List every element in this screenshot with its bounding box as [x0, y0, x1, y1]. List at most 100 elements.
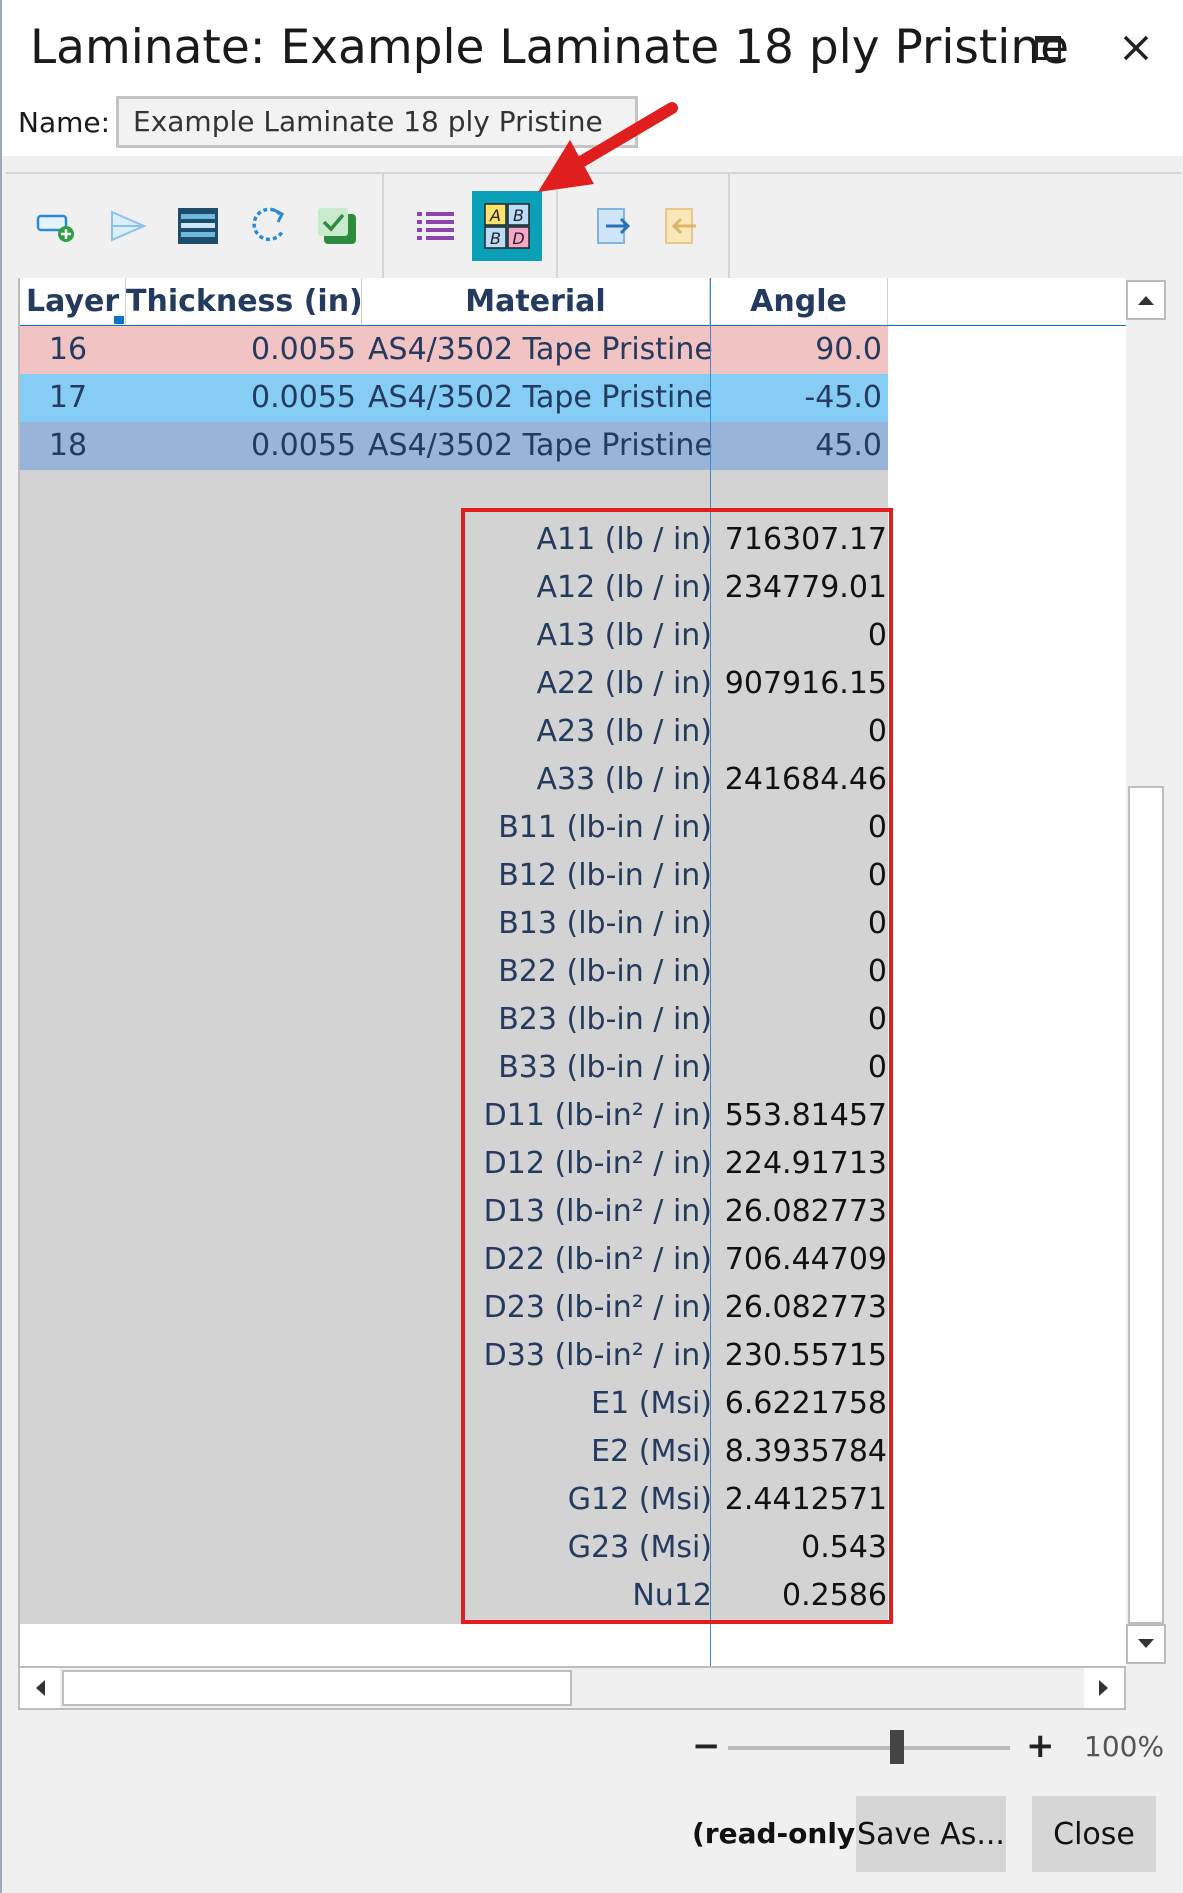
property-row[interactable]: A22 (lb / in) 907916.15 — [465, 660, 893, 708]
property-row[interactable]: D11 (lb-in² / in) 553.81457 — [465, 1092, 893, 1140]
cell-thickness[interactable]: 0.0055 — [116, 374, 356, 422]
col-header-layer[interactable]: Layer — [26, 278, 126, 325]
table-row[interactable]: 18 0.0055 AS4/3502 Tape Pristine 45.0 — [20, 422, 888, 470]
cell-layer[interactable]: 18 — [20, 422, 116, 470]
zoom-slider-thumb[interactable] — [890, 1730, 905, 1764]
property-row[interactable]: G23 (Msi) 0.543 — [465, 1524, 893, 1572]
close-window-button[interactable] — [1110, 24, 1162, 72]
validate-button[interactable] — [310, 198, 366, 254]
property-row[interactable]: A13 (lb / in) 0 — [465, 612, 893, 660]
layers-stack-button[interactable] — [170, 198, 226, 254]
zoom-slider-track[interactable] — [728, 1746, 1010, 1750]
list-view-button[interactable] — [408, 198, 464, 254]
play-forward-icon — [111, 210, 147, 242]
horizontal-scrollbar[interactable] — [18, 1666, 1126, 1710]
property-value: 716307.17 — [724, 522, 887, 557]
property-name: E2 (Msi) — [591, 1434, 712, 1469]
scroll-right-button[interactable] — [1084, 1668, 1124, 1708]
property-value: 0 — [867, 1002, 887, 1037]
property-value: 0.2586 — [782, 1578, 887, 1613]
horizontal-scroll-thumb[interactable] — [62, 1670, 572, 1706]
close-button[interactable]: Close — [1032, 1796, 1156, 1872]
property-value: 26.082773 — [724, 1194, 887, 1229]
refresh-button[interactable] — [240, 198, 296, 254]
property-name: Nu12 — [632, 1578, 712, 1613]
property-name: D22 (lb-in² / in) — [483, 1242, 712, 1277]
svg-text:D: D — [512, 229, 524, 248]
cell-layer[interactable]: 16 — [20, 326, 116, 374]
property-name: A11 (lb / in) — [536, 522, 712, 557]
cell-angle[interactable]: -45.0 — [710, 374, 882, 422]
table-row[interactable]: 17 0.0055 AS4/3502 Tape Pristine -45.0 — [20, 374, 888, 422]
cell-material[interactable]: AS4/3502 Tape Pristine — [368, 326, 713, 374]
property-row[interactable]: A12 (lb / in) 234779.01 — [465, 564, 893, 612]
property-row[interactable]: D12 (lb-in² / in) 224.91713 — [465, 1140, 893, 1188]
cell-layer[interactable]: 17 — [20, 374, 116, 422]
col-header-angle[interactable]: Angle — [710, 278, 888, 325]
svg-text:B: B — [490, 229, 501, 248]
property-row[interactable]: E2 (Msi) 8.3935784 — [465, 1428, 893, 1476]
property-row[interactable]: A33 (lb / in) 241684.46 — [465, 756, 893, 804]
table-row[interactable]: 16 0.0055 AS4/3502 Tape Pristine 90.0 — [20, 326, 888, 374]
scroll-left-button[interactable] — [20, 1668, 60, 1708]
export-button[interactable] — [586, 198, 642, 254]
col-header-thickness[interactable]: Thickness (in) — [126, 278, 363, 325]
scroll-down-button[interactable] — [1126, 1624, 1166, 1664]
property-value: 234779.01 — [724, 570, 887, 605]
save-as-button[interactable]: Save As... — [856, 1796, 1006, 1872]
property-row[interactable]: B33 (lb-in / in) 0 — [465, 1044, 893, 1092]
title-bar: Laminate: Example Laminate 18 ply Pristi… — [2, 0, 1183, 96]
property-name: A13 (lb / in) — [536, 618, 712, 653]
window-title: Laminate: Example Laminate 18 ply Pristi… — [30, 20, 1070, 75]
property-value: 26.082773 — [724, 1290, 887, 1325]
chevron-left-icon — [36, 1680, 45, 1696]
cell-thickness[interactable]: 0.0055 — [116, 422, 356, 470]
property-row[interactable]: B22 (lb-in / in) 0 — [465, 948, 893, 996]
property-name: D11 (lb-in² / in) — [483, 1098, 712, 1133]
property-value: 0 — [867, 954, 887, 989]
property-row[interactable]: B13 (lb-in / in) 0 — [465, 900, 893, 948]
property-row[interactable]: E1 (Msi) 6.6221758 — [465, 1380, 893, 1428]
grid-header: Layer Thickness (in) Material Angle — [20, 278, 1126, 326]
property-row[interactable]: D13 (lb-in² / in) 26.082773 — [465, 1188, 893, 1236]
property-row[interactable]: D23 (lb-in² / in) 26.082773 — [465, 1284, 893, 1332]
property-row[interactable]: A23 (lb / in) 0 — [465, 708, 893, 756]
play-forward-button[interactable] — [100, 198, 156, 254]
zoom-in-button[interactable]: + — [1026, 1724, 1055, 1768]
vertical-scrollbar[interactable] — [1126, 278, 1166, 1666]
property-name: A33 (lb / in) — [536, 762, 712, 797]
vertical-scroll-thumb[interactable] — [1128, 786, 1164, 1624]
toolbar-group-edit — [6, 174, 384, 278]
cell-material[interactable]: AS4/3502 Tape Pristine — [368, 422, 713, 470]
add-layer-button[interactable] — [28, 198, 84, 254]
property-name: B13 (lb-in / in) — [498, 906, 712, 941]
property-row[interactable]: Nu12 0.2586 — [465, 1572, 893, 1620]
cell-angle[interactable]: 45.0 — [710, 422, 882, 470]
import-button[interactable] — [654, 198, 710, 254]
property-name: B33 (lb-in / in) — [498, 1050, 712, 1085]
property-name: D33 (lb-in² / in) — [483, 1338, 712, 1373]
property-row[interactable]: A11 (lb / in) 716307.17 — [465, 516, 893, 564]
property-row[interactable]: B12 (lb-in / in) 0 — [465, 852, 893, 900]
property-value: 241684.46 — [724, 762, 887, 797]
property-row[interactable]: B11 (lb-in / in) 0 — [465, 804, 893, 852]
cell-material[interactable]: AS4/3502 Tape Pristine — [368, 374, 713, 422]
property-value: 0 — [867, 906, 887, 941]
col-header-material[interactable]: Material — [362, 278, 710, 325]
property-value: 907916.15 — [724, 666, 887, 701]
property-value: 553.81457 — [724, 1098, 887, 1133]
zoom-out-button[interactable]: − — [692, 1724, 721, 1768]
abd-matrix-icon: A B B D — [484, 203, 530, 249]
property-row[interactable]: D22 (lb-in² / in) 706.44709 — [465, 1236, 893, 1284]
property-row[interactable]: D33 (lb-in² / in) 230.55715 — [465, 1332, 893, 1380]
property-name: B11 (lb-in / in) — [498, 810, 712, 845]
property-row[interactable]: B23 (lb-in / in) 0 — [465, 996, 893, 1044]
cell-thickness[interactable]: 0.0055 — [116, 326, 356, 374]
scroll-up-button[interactable] — [1126, 280, 1166, 320]
column-resize-handle[interactable] — [114, 316, 124, 324]
property-row[interactable]: G12 (Msi) 2.4412571 — [465, 1476, 893, 1524]
property-name: B22 (lb-in / in) — [498, 954, 712, 989]
cell-angle[interactable]: 90.0 — [710, 326, 882, 374]
property-name: E1 (Msi) — [591, 1386, 712, 1421]
maximize-button[interactable] — [1022, 24, 1074, 72]
